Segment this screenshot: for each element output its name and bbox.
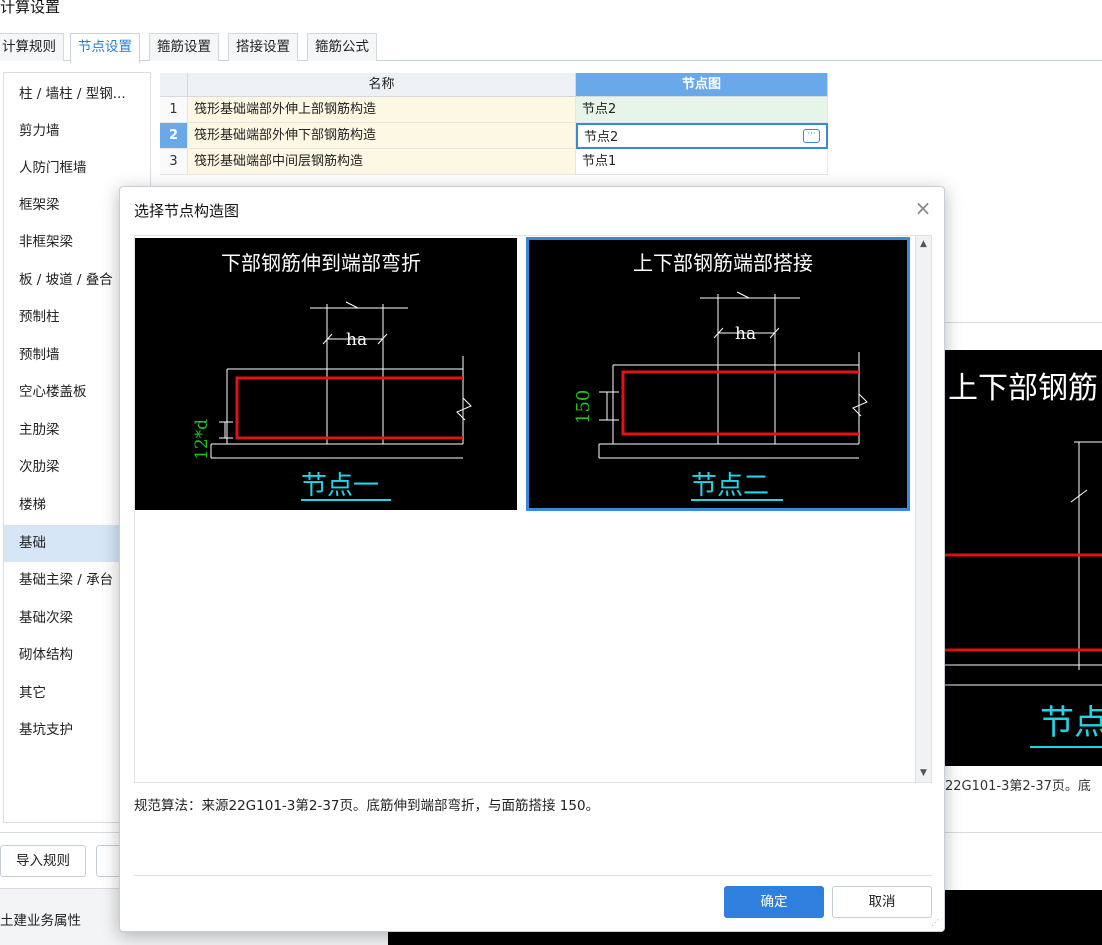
tab-lap-settings[interactable]: 搭接设置 — [228, 33, 298, 61]
row-number: 2 — [160, 123, 188, 149]
vertical-scrollbar[interactable]: ▲ ▼ — [915, 236, 931, 782]
property-row[interactable]: 土建业务属性 — [0, 909, 81, 929]
cancel-button[interactable]: 取消 — [832, 886, 932, 918]
node-preview-image: 上下部钢筋 节点 — [944, 350, 1102, 766]
tab-calc-rules[interactable]: 计算规则 — [0, 33, 64, 61]
import-rules-button[interactable]: 导入规则 — [0, 845, 86, 877]
table-header-diagram[interactable]: 节点图 — [576, 73, 828, 97]
table-cell-diagram[interactable]: 节点1 — [576, 149, 828, 175]
select-node-dialog: 选择节点构造图 × 下部钢筋伸到端部弯折 ha 12*d 节点一 上下部钢筋端部… — [119, 186, 945, 932]
preview-title: 上下部钢筋 — [948, 371, 1098, 406]
node-option-2[interactable]: 上下部钢筋端部搭接 ha 150 节点二 — [526, 237, 910, 511]
table-cell-diagram[interactable]: 节点2 — [576, 97, 828, 123]
scroll-up-icon[interactable]: ▲ — [918, 239, 929, 250]
ok-button[interactable]: 确定 — [724, 886, 824, 918]
resize-grip-icon[interactable]: ⋰ — [931, 918, 941, 928]
divider — [134, 875, 932, 876]
node-options-area: 下部钢筋伸到端部弯折 ha 12*d 节点一 上下部钢筋端部搭接 ha 150 … — [134, 235, 932, 783]
option-dimension: ha — [735, 324, 756, 344]
tab-bar: 计算规则 节点设置 箍筋设置 搭接设置 箍筋公式 — [0, 31, 1102, 63]
tab-stirrup-formula[interactable]: 箍筋公式 — [307, 33, 377, 61]
tab-stirrup-settings[interactable]: 箍筋设置 — [149, 33, 219, 61]
rule-description: 规范算法：来源22G101-3第2-37页。底筋伸到端部弯折，与面筋搭接 150… — [134, 798, 600, 814]
tab-node-settings[interactable]: 节点设置 — [70, 33, 140, 63]
table-header-name[interactable]: 名称 — [188, 73, 576, 97]
option-dimension: ha — [346, 330, 367, 350]
table-cell-name[interactable]: 筏形基础端部中间层钢筋构造 — [188, 149, 576, 175]
row-number: 3 — [160, 149, 188, 175]
option-caption: 节点二 — [691, 471, 769, 501]
dialog-title: 选择节点构造图 — [134, 202, 240, 220]
option-caption: 节点一 — [301, 471, 379, 501]
table-cell-name[interactable]: 筏形基础端部外伸上部钢筋构造 — [188, 97, 576, 123]
sidebar-item-civil-door-wall[interactable]: 人防门框墙 — [4, 150, 150, 187]
table-header-index — [160, 73, 188, 97]
option-heading: 上下部钢筋端部搭接 — [633, 251, 813, 275]
close-icon[interactable]: × — [912, 197, 934, 219]
scroll-down-icon[interactable]: ▼ — [918, 768, 929, 779]
node-option-1[interactable]: 下部钢筋伸到端部弯折 ha 12*d 节点一 — [135, 238, 517, 510]
preview-caption: 节点 — [1040, 703, 1102, 743]
sidebar-item-column[interactable]: 柱 / 墙柱 / 型钢... — [4, 76, 150, 113]
preview-description: 22G101-3第2-37页。底 — [945, 779, 1091, 794]
sidebar-item-shear-wall[interactable]: 剪力墙 — [4, 113, 150, 150]
window-title: 计算设置 — [0, 0, 61, 16]
table-cell-diagram-editing[interactable]: 节点2 ··· — [576, 123, 828, 149]
more-options-button[interactable]: ··· — [803, 129, 820, 143]
option-side-label: 150 — [573, 390, 594, 424]
table-cell-value: 节点2 — [584, 130, 619, 145]
row-number: 1 — [160, 97, 188, 123]
table-cell-name[interactable]: 筏形基础端部外伸下部钢筋构造 — [188, 123, 576, 149]
option-heading: 下部钢筋伸到端部弯折 — [221, 251, 421, 275]
option-side-label: 12*d — [192, 419, 212, 460]
